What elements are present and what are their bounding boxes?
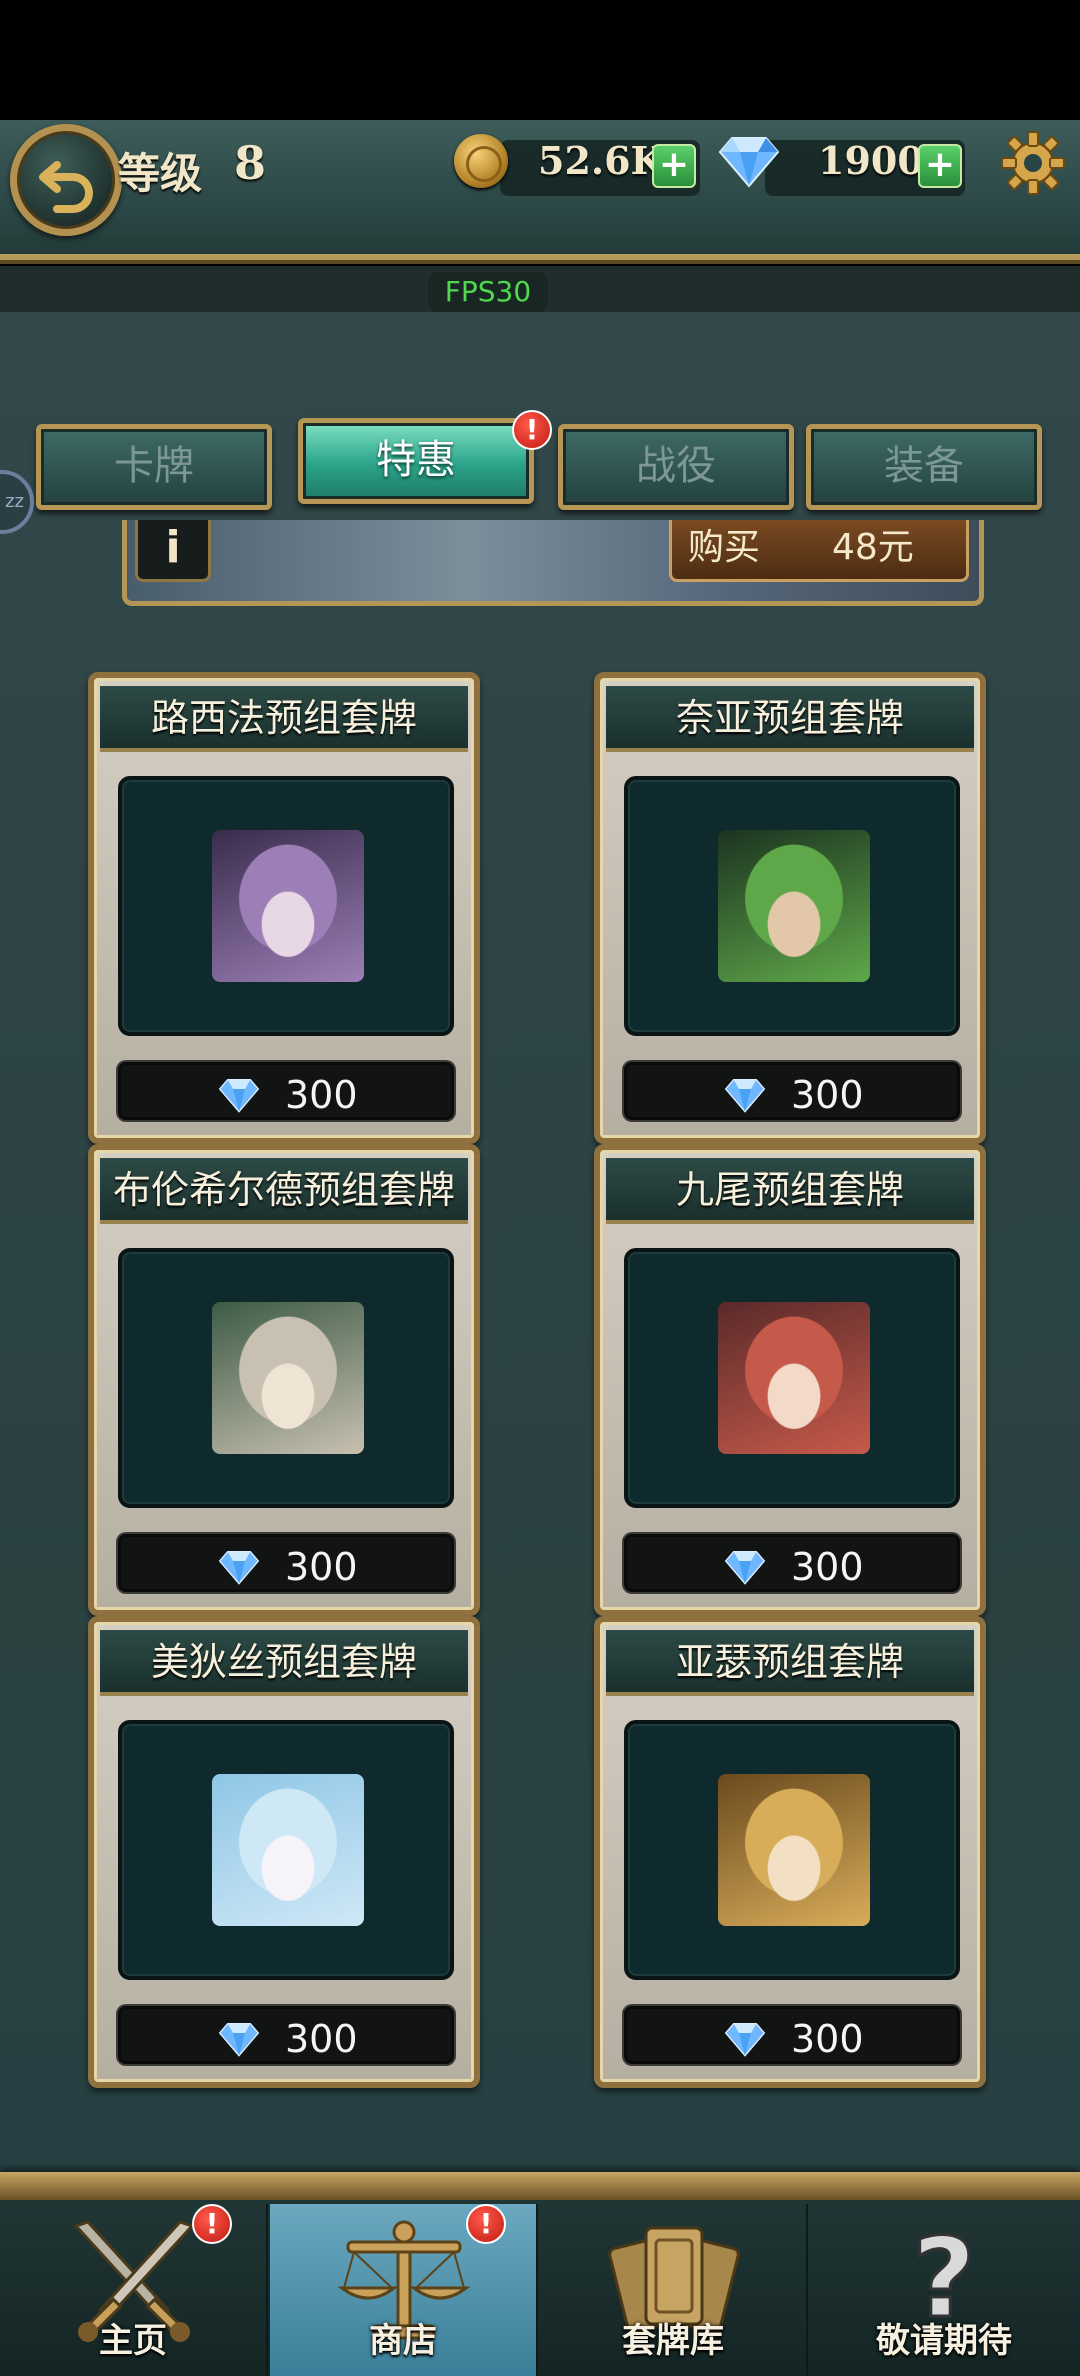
- pack-card[interactable]: 亚瑟预组套牌 300: [594, 1616, 986, 2088]
- pack-image-frame: [624, 776, 960, 1036]
- add-gem-button[interactable]: +: [918, 144, 962, 188]
- tab-notification-badge: !: [512, 410, 552, 450]
- pack-price-button[interactable]: 300: [118, 1534, 454, 1592]
- buy-label: 购买: [688, 527, 761, 568]
- pack-portrait: [212, 1302, 364, 1454]
- gem-icon: [218, 2023, 260, 2057]
- gem-icon: [218, 1551, 260, 1585]
- pack-portrait: [212, 830, 364, 982]
- status-bar: [0, 0, 1080, 120]
- pack-portrait: [212, 1774, 364, 1926]
- pack-title: 亚瑟预组套牌: [606, 1630, 974, 1696]
- pack-price: 300: [285, 2017, 358, 2061]
- pack-price-button[interactable]: 300: [624, 1534, 960, 1592]
- bottom-rail: [0, 2172, 1080, 2200]
- back-button[interactable]: [10, 124, 122, 236]
- pack-price-button[interactable]: 300: [118, 2006, 454, 2064]
- tab-special-offers[interactable]: 特惠: [298, 418, 534, 504]
- nav-shop-badge: !: [466, 2204, 506, 2244]
- gem-icon: [218, 1079, 260, 1113]
- pack-card[interactable]: 美狄丝预组套牌 300: [88, 1616, 480, 2088]
- nav-home-badge: !: [192, 2204, 232, 2244]
- pack-price: 300: [791, 2017, 864, 2061]
- gold-coin-icon: [454, 134, 508, 188]
- pack-title: 布伦希尔德预组套牌: [100, 1158, 468, 1224]
- pack-image-frame: [118, 776, 454, 1036]
- pack-title: 九尾预组套牌: [606, 1158, 974, 1224]
- nav-label-shop: 商店: [369, 2321, 437, 2361]
- fps-counter: FPS30: [428, 272, 548, 312]
- gem-icon: [724, 1551, 766, 1585]
- pack-portrait: [718, 1302, 870, 1454]
- nav-label-coming-soon: 敬请期待: [876, 2321, 1012, 2361]
- pack-card[interactable]: 布伦希尔德预组套牌 300: [88, 1144, 480, 1616]
- top-resource-bar: 等级 8 52.6K + 1900 +: [0, 120, 1080, 260]
- tab-campaign[interactable]: 战役: [558, 424, 794, 510]
- tab-equipment[interactable]: 装备: [806, 424, 1042, 510]
- pack-price: 300: [791, 1545, 864, 1589]
- settings-gear-icon[interactable]: [1000, 130, 1066, 196]
- back-arrow-icon: [39, 161, 93, 213]
- pack-price-button[interactable]: 300: [624, 1062, 960, 1120]
- pack-image-frame: [118, 1248, 454, 1508]
- pack-price-button[interactable]: 300: [624, 2006, 960, 2064]
- pack-image-frame: [118, 1720, 454, 1980]
- pack-title: 美狄丝预组套牌: [100, 1630, 468, 1696]
- buy-button[interactable]: 购买 48元: [669, 520, 969, 582]
- gold-amount: 52.6K: [538, 138, 664, 183]
- pack-title: 奈亚预组套牌: [606, 686, 974, 752]
- pack-portrait: [718, 1774, 870, 1926]
- offer-banner: i 购买 48元: [122, 520, 984, 606]
- pack-price: 300: [791, 1073, 864, 1117]
- info-button[interactable]: i: [135, 520, 211, 582]
- pack-card[interactable]: 九尾预组套牌 300: [594, 1144, 986, 1616]
- gem-icon: [718, 137, 780, 188]
- nav-coming-soon[interactable]: ? 敬请期待: [810, 2204, 1078, 2376]
- nav-deck-library[interactable]: 套牌库: [540, 2204, 808, 2376]
- pack-price-button[interactable]: 300: [118, 1062, 454, 1120]
- tab-cards[interactable]: 卡牌: [36, 424, 272, 510]
- add-gold-button[interactable]: +: [652, 144, 696, 188]
- pack-portrait: [718, 830, 870, 982]
- nav-label-home: 主页: [99, 2321, 167, 2361]
- pack-title: 路西法预组套牌: [100, 686, 468, 752]
- level-label: 等级: [118, 149, 203, 198]
- pack-price: 300: [285, 1073, 358, 1117]
- gem-icon: [724, 1079, 766, 1113]
- pack-image-frame: [624, 1248, 960, 1508]
- nav-label-deck-library: 套牌库: [622, 2321, 724, 2361]
- level-value: 8: [234, 136, 267, 190]
- pack-price: 300: [285, 1545, 358, 1589]
- pack-card[interactable]: 路西法预组套牌 300: [88, 672, 480, 1144]
- gem-amount: 1900: [818, 138, 924, 183]
- pack-image-frame: [624, 1720, 960, 1980]
- gem-icon: [724, 2023, 766, 2057]
- buy-price: 48元: [832, 527, 914, 568]
- pack-card[interactable]: 奈亚预组套牌 300: [594, 672, 986, 1144]
